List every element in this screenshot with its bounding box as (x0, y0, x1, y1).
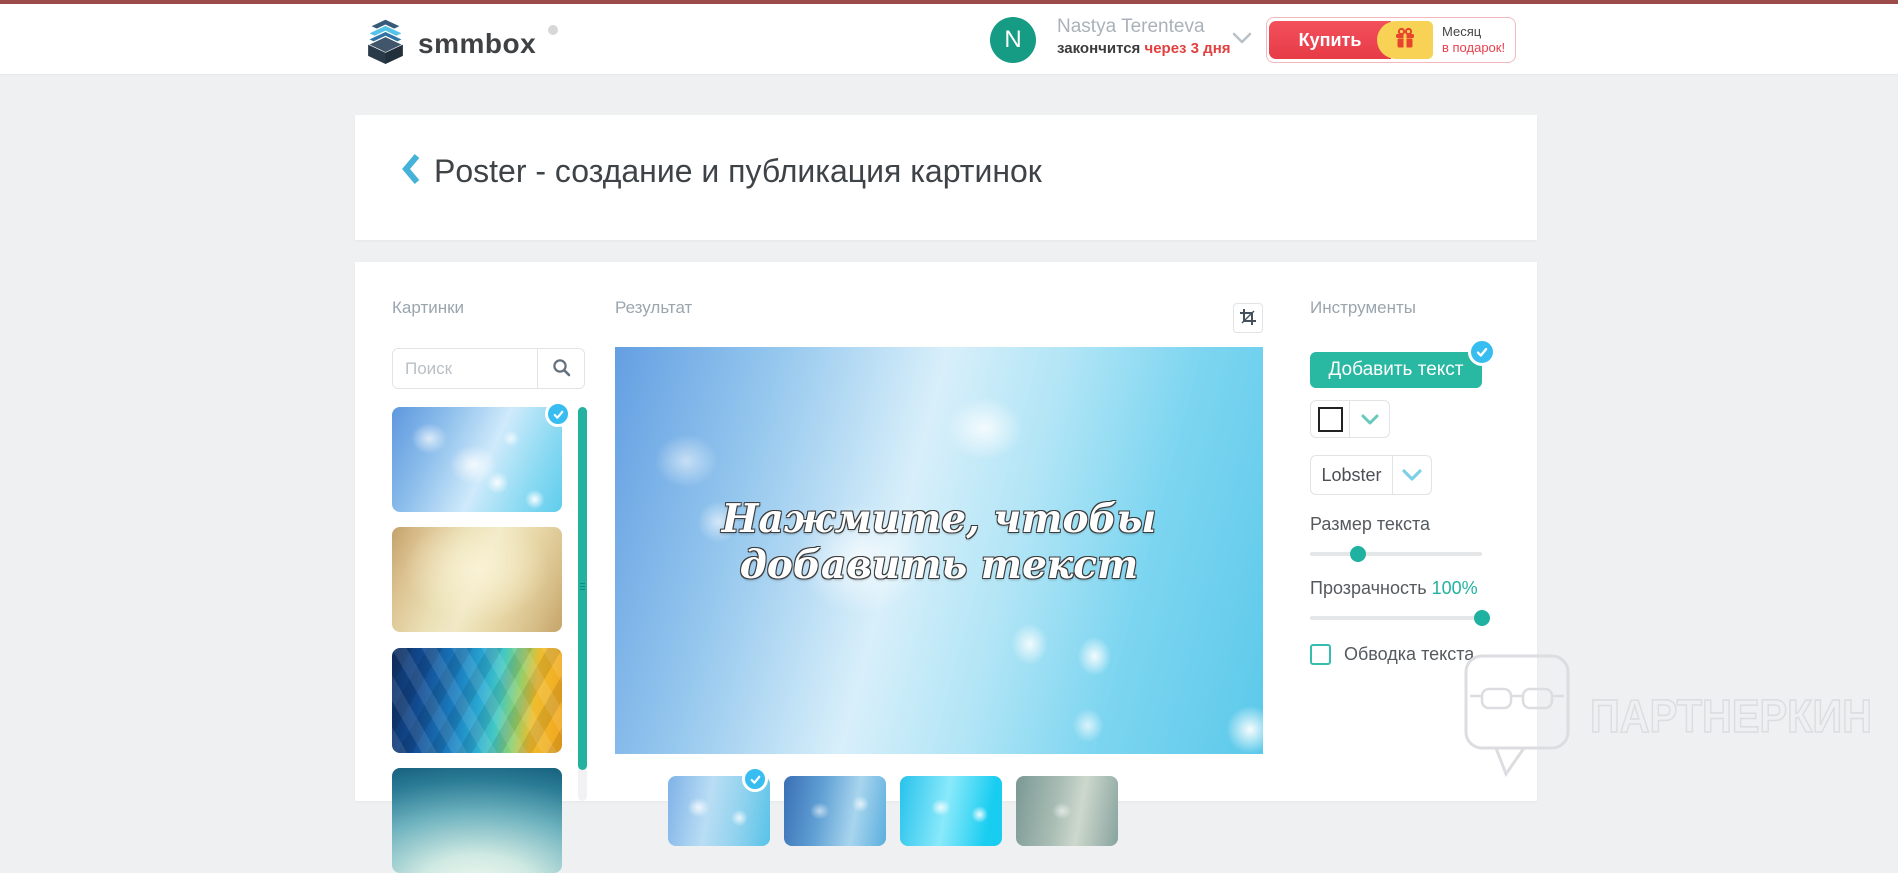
text-size-slider[interactable] (1310, 546, 1482, 562)
text-color-picker[interactable] (1310, 400, 1390, 438)
subscription-expiry: через 3 дня (1144, 40, 1231, 57)
opacity-label: Прозрачность 100% (1310, 578, 1478, 598)
opacity-slider-knob[interactable] (1474, 610, 1490, 626)
search-icon (552, 358, 571, 380)
watermark-text: ПАРТНЕРКИН (1590, 690, 1872, 742)
selected-check-badge (545, 401, 571, 427)
chevron-down-icon[interactable] (1232, 31, 1252, 49)
slider-track (1310, 616, 1482, 620)
buy-button[interactable]: Купить (1269, 21, 1391, 59)
promo-text: Месяц в подарок! (1442, 24, 1505, 56)
text-size-slider-knob[interactable] (1350, 546, 1367, 562)
font-select-value: Lobster (1321, 464, 1382, 485)
outline-option: Обводка текста (1310, 644, 1474, 665)
logo-text: smmbox (418, 27, 537, 59)
smmbox-logo[interactable]: smmbox (363, 18, 536, 69)
crop-button[interactable] (1233, 303, 1263, 333)
variant-bright-cyan-bokeh[interactable] (900, 776, 1002, 846)
color-swatch (1318, 406, 1343, 432)
promo-line1: Месяц (1442, 24, 1482, 39)
opacity-value: 100% (1431, 578, 1478, 598)
back-chevron-icon[interactable] (400, 153, 422, 190)
subscription-prefix: закончится (1057, 40, 1141, 57)
smmbox-logo-icon (363, 18, 408, 69)
thumbnail-old-paper[interactable] (392, 527, 562, 632)
header: smmbox N Nastya Terenteva закончится чер… (0, 4, 1898, 75)
search-button[interactable] (537, 349, 584, 388)
title-card: Poster - создание и публикация картинок (355, 115, 1537, 240)
images-panel-title: Картинки (392, 298, 465, 317)
thumbnail-geometric-triangles[interactable] (392, 648, 562, 753)
text-size-label: Размер текста (1310, 514, 1431, 534)
chevron-down-icon (1350, 414, 1389, 425)
status-dot (548, 25, 558, 35)
gift-segment (1377, 21, 1433, 59)
chevron-down-icon (1393, 469, 1431, 481)
buy-widget: Купить Месяц в подарок! (1266, 17, 1517, 63)
promo-line2: в подарок! (1442, 40, 1506, 55)
thumbnail-teal-gradient[interactable] (392, 768, 562, 873)
variant-gray-teal-bokeh[interactable] (1016, 776, 1118, 846)
user-menu[interactable]: Nastya Terenteva закончится через 3 дня (1057, 15, 1231, 59)
font-select[interactable]: Lobster (1310, 455, 1432, 495)
thumbnail-blue-bokeh[interactable] (392, 401, 571, 512)
avatar-initial: N (1004, 26, 1022, 53)
search-input[interactable] (393, 349, 537, 388)
page-title: Poster - создание и публикация картинок (434, 153, 1042, 189)
selected-check-badge (742, 766, 768, 792)
thumbnail-scrollbar-thumb[interactable] (578, 407, 587, 770)
tools-panel-title: Инструменты (1310, 298, 1417, 317)
crop-icon (1239, 308, 1257, 329)
selected-check-badge (1468, 338, 1496, 366)
slider-track (1310, 552, 1482, 556)
result-canvas[interactable]: Нажмите, чтобы добавить текст (615, 347, 1263, 754)
gift-icon (1393, 26, 1417, 55)
opacity-slider[interactable] (1310, 610, 1490, 626)
user-name: Nastya Terenteva (1057, 16, 1205, 37)
scrollbar-grip-icon (580, 581, 585, 592)
avatar[interactable]: N (990, 17, 1036, 63)
canvas-placeholder-text[interactable]: Нажмите, чтобы добавить текст (615, 496, 1263, 588)
add-text-button[interactable]: Добавить текст (1310, 352, 1482, 388)
result-panel-title: Результат (615, 298, 693, 317)
variant-deep-blue-bokeh[interactable] (784, 776, 886, 846)
variant-blue-bokeh[interactable] (668, 766, 770, 846)
outline-checkbox-label: Обводка текста (1344, 644, 1475, 664)
poster-editor-card: Картинки Результат Нажмите, чтобы добави… (355, 262, 1537, 873)
search-box (392, 348, 585, 389)
subscription-status: закончится через 3 дня (1057, 39, 1231, 59)
outline-checkbox[interactable] (1310, 644, 1331, 665)
